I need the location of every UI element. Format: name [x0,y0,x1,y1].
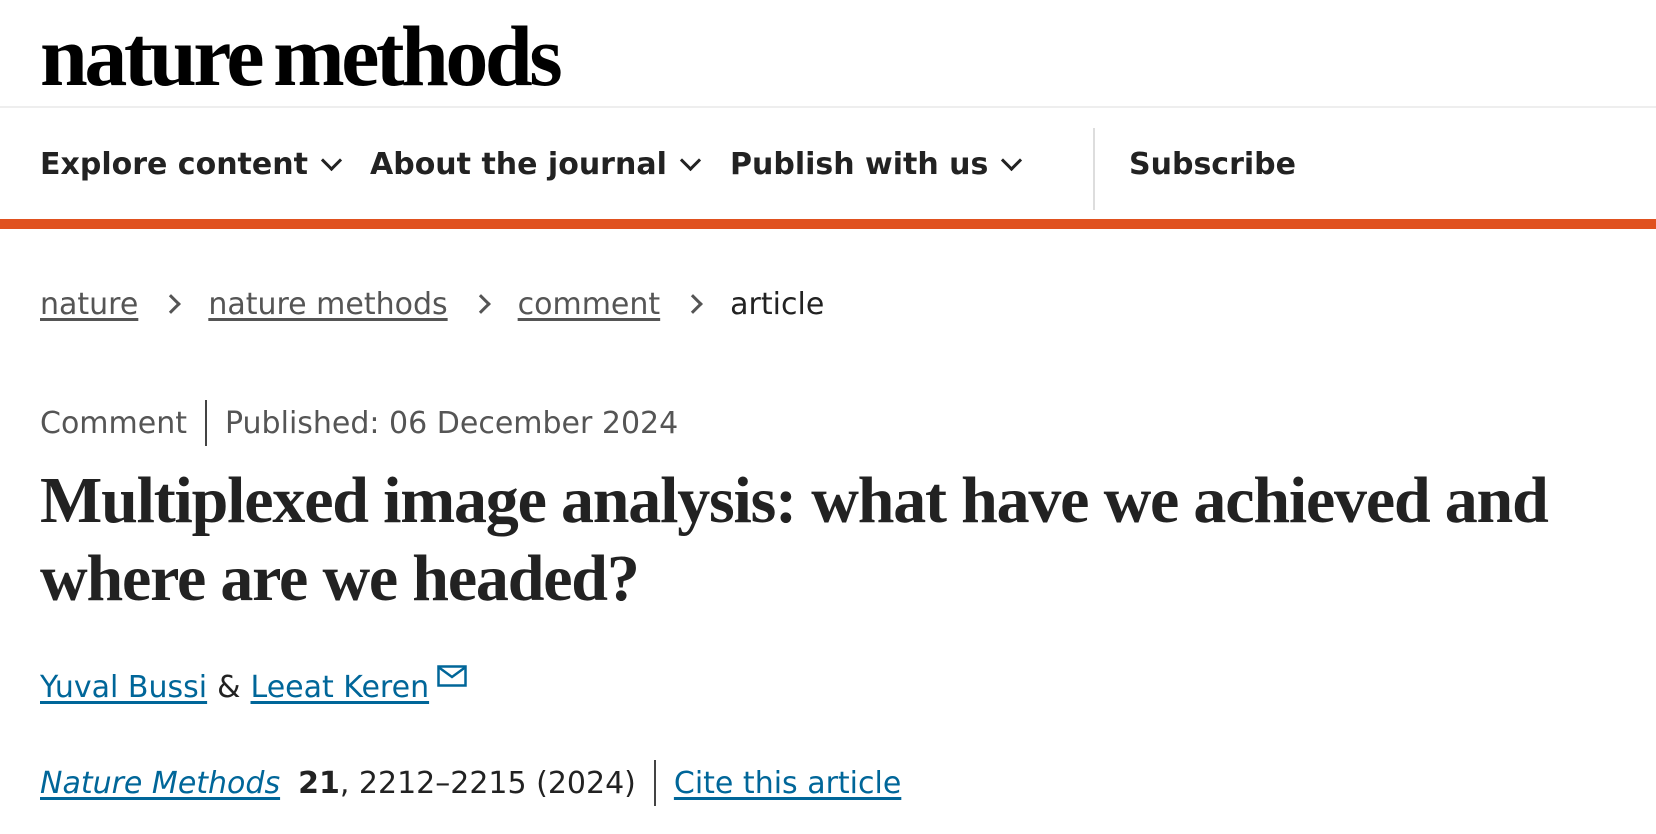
chevron-down-icon [320,149,343,171]
nav-subscribe[interactable]: Subscribe [1129,146,1296,182]
citation-line: Nature Methods 21 , 2212–2215 (2024) Cit… [40,760,901,806]
article-type: Comment [40,405,187,441]
nav-explore-content[interactable]: Explore content [40,146,343,182]
nav-publish-with-us-label: Publish with us [730,146,989,182]
site-logo[interactable]: nature methods [40,6,563,106]
journal-link[interactable]: Nature Methods [40,766,280,801]
page-range: , 2212–2215 (2024) [339,765,636,801]
article-meta: Comment Published: 06 December 2024 [40,400,678,446]
nav-about-the-journal[interactable]: About the journal [370,146,701,182]
chevron-down-icon [679,149,701,171]
author-link-leeat-keren[interactable]: Leeat Keren [251,670,430,705]
author-list: Yuval Bussi & Leeat Keren [40,664,467,710]
nav-about-the-journal-label: About the journal [370,146,667,182]
citation-divider [653,760,656,806]
chevron-right-icon [470,294,491,314]
main-nav: Explore content About the journal Publis… [0,108,1656,229]
site-header: nature methods [0,0,1656,108]
article-title: Multiplexed image analysis: what have we… [40,464,1549,615]
breadcrumb: nature nature methods comment article [40,282,824,326]
published-date: Published: 06 December 2024 [224,405,679,441]
chevron-right-icon [683,294,704,314]
chevron-down-icon [1001,149,1023,171]
breadcrumb-current: article [730,286,825,322]
cite-this-article-link[interactable]: Cite this article [674,766,901,801]
nav-publish-with-us[interactable]: Publish with us [730,146,1023,182]
meta-divider [204,400,207,446]
author-separator: & [217,669,241,705]
nav-divider [1093,128,1095,210]
volume-number: 21 [298,765,340,801]
mail-icon[interactable] [437,665,467,687]
chevron-right-icon [161,294,182,314]
breadcrumb-link-nature[interactable]: nature [40,287,138,322]
nav-explore-content-label: Explore content [40,146,308,182]
breadcrumb-link-comment[interactable]: comment [518,287,661,322]
breadcrumb-link-nature-methods[interactable]: nature methods [208,287,447,322]
author-link-yuval-bussi[interactable]: Yuval Bussi [40,670,207,705]
nav-subscribe-label: Subscribe [1129,146,1296,182]
